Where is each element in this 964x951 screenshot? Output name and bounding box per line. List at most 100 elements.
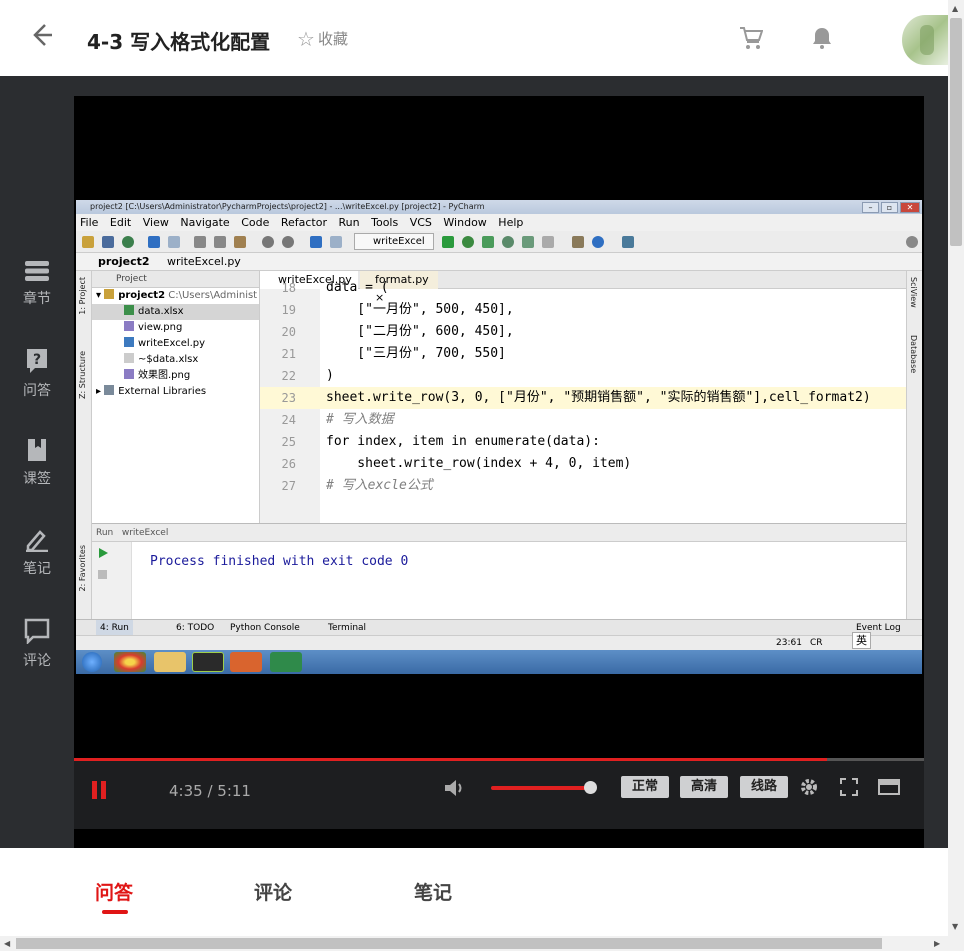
python-console-tab: Python Console xyxy=(230,623,300,633)
code-line: 22) xyxy=(260,365,922,387)
bookmark-icon xyxy=(28,439,46,461)
file-icon xyxy=(124,353,134,363)
save-icon xyxy=(102,236,114,248)
ide-status-bar: 23:61 CR 英 xyxy=(76,632,922,650)
profile-icon xyxy=(502,236,514,248)
volume-slider[interactable] xyxy=(491,786,591,790)
cut-icon xyxy=(194,236,206,248)
volume-icon[interactable] xyxy=(444,778,466,802)
menu-tools: Tools xyxy=(371,216,399,229)
comment-icon xyxy=(24,618,50,644)
line-number: 23 xyxy=(281,391,296,405)
find-icon xyxy=(262,236,274,248)
code-text: ["三月份", 700, 550] xyxy=(326,346,506,361)
structure-tool-tab: Z: Structure xyxy=(78,351,87,399)
code-text: # 写入数据 xyxy=(326,412,394,427)
back-arrow-icon[interactable] xyxy=(28,22,54,54)
line-number: 19 xyxy=(281,303,296,317)
undo-icon xyxy=(148,236,160,248)
menu-help: Help xyxy=(498,216,524,229)
volume-knob[interactable] xyxy=(584,781,597,794)
menu-edit: Edit xyxy=(109,216,132,229)
tab-qa[interactable]: 问答 xyxy=(95,878,133,905)
bell-icon[interactable] xyxy=(810,26,834,54)
tool-window-tabs: 4: Run 6: TODO Python Console Terminal E… xyxy=(76,619,922,636)
ide-window-title: project2 [C:\Users\Administrator\Pycharm… xyxy=(90,202,485,211)
player-controls: 4:35 / 5:11 正常 高清 线路 xyxy=(74,761,924,829)
menu-code: Code xyxy=(241,216,270,229)
tab-notes[interactable]: 笔记 xyxy=(414,878,452,905)
breadcrumb-file: writeExcel.py xyxy=(167,255,241,268)
sync-icon xyxy=(122,236,134,248)
scroll-down-arrow-icon[interactable]: ▼ xyxy=(952,922,958,931)
code-text: sheet.write_row(3, 0, ["月份", "预期销售额", "实… xyxy=(326,390,871,405)
line-number: 21 xyxy=(281,347,296,361)
side-nav: 章节 ? 问答 课签 笔记 评论 xyxy=(0,76,74,848)
xlsx-file-icon xyxy=(124,305,134,315)
quality-hd-button[interactable]: 高清 xyxy=(680,776,728,798)
code-text: ["一月份", 500, 450], xyxy=(326,302,514,317)
line-separator: CR xyxy=(810,638,823,648)
route-button[interactable]: 线路 xyxy=(740,776,788,798)
code-line: 27 # 写入excle公式 xyxy=(260,475,922,497)
breadcrumb: project2 writeExcel.py xyxy=(76,253,922,271)
code-text: ["二月份", 600, 450], xyxy=(326,324,514,339)
line-number: 22 xyxy=(281,369,296,383)
scroll-right-arrow-icon[interactable]: ▶ xyxy=(934,939,940,948)
ide-right-strip: SciView Database xyxy=(906,271,922,619)
ide-title-bar: project2 [C:\Users\Administrator\Pycharm… xyxy=(76,200,922,214)
nav-chapters[interactable]: 章节 xyxy=(0,260,74,308)
run-panel: Run writeExcel Process finished with exi… xyxy=(92,523,906,620)
settings-gear-icon[interactable] xyxy=(800,778,818,800)
tree-item: 效果图.png xyxy=(92,368,259,384)
line-number: 26 xyxy=(281,457,296,471)
nav-comments[interactable]: 评论 xyxy=(0,618,74,670)
nav-notes[interactable]: 笔记 xyxy=(0,528,74,578)
menu-navigate: Navigate xyxy=(180,216,230,229)
folder-icon xyxy=(104,289,115,299)
cart-icon[interactable] xyxy=(739,26,764,54)
pause-icon[interactable] xyxy=(92,781,110,803)
copy-icon xyxy=(214,236,226,248)
video-player[interactable]: project2 [C:\Users\Administrator\Pycharm… xyxy=(74,96,924,848)
tree-item: ▾ project2 C:\Users\Administ xyxy=(96,289,258,301)
code-text: ) xyxy=(326,368,334,383)
line-number: 20 xyxy=(281,325,296,339)
excel-icon xyxy=(270,652,302,672)
vertical-scroll-thumb[interactable] xyxy=(950,18,962,246)
run-config-select: writeExcel xyxy=(354,233,434,250)
tree-item: writeExcel.py xyxy=(92,336,259,352)
horizontal-scroll-thumb[interactable] xyxy=(16,938,882,949)
project-tree: ▾ project2 C:\Users\Administ data.xlsx v… xyxy=(92,288,259,400)
nav-qa[interactable]: ? 问答 xyxy=(0,348,74,400)
avatar[interactable] xyxy=(902,15,948,65)
fullscreen-icon[interactable] xyxy=(840,778,858,800)
video-frame: project2 [C:\Users\Administrator\Pycharm… xyxy=(76,200,922,674)
code-line: 26 sheet.write_row(index + 4, 0, item) xyxy=(260,453,922,475)
stop-icon xyxy=(542,236,554,248)
nav-bookmark[interactable]: 课签 xyxy=(0,438,74,488)
library-icon xyxy=(104,385,115,395)
breadcrumb-project: project2 xyxy=(98,255,150,268)
menu-file: File xyxy=(80,216,99,229)
quality-normal-button[interactable]: 正常 xyxy=(621,776,669,798)
vcs-icon xyxy=(622,236,634,248)
run-tool-tab: 4: Run xyxy=(96,620,133,636)
rerun-icon xyxy=(99,548,108,558)
python-file-icon xyxy=(124,337,134,347)
horizontal-scrollbar[interactable]: ◀ ▶ xyxy=(0,936,964,951)
favorite-button[interactable]: ☆ 收藏 xyxy=(297,27,348,51)
forward-icon xyxy=(330,236,342,248)
active-tab-indicator xyxy=(102,910,128,914)
scroll-up-arrow-icon[interactable]: ▲ xyxy=(952,4,958,13)
vertical-scrollbar[interactable]: ▲ ▼ xyxy=(948,0,964,937)
tab-comments[interactable]: 评论 xyxy=(254,878,292,905)
coverage-icon xyxy=(482,236,494,248)
widescreen-icon[interactable] xyxy=(878,778,900,800)
paste-icon xyxy=(234,236,246,248)
png-file-icon xyxy=(124,321,134,331)
line-number: 18 xyxy=(281,281,296,295)
project-tool-tab: 1: Project xyxy=(78,277,87,315)
scroll-left-arrow-icon[interactable]: ◀ xyxy=(4,939,10,948)
chrome-icon xyxy=(114,652,146,672)
